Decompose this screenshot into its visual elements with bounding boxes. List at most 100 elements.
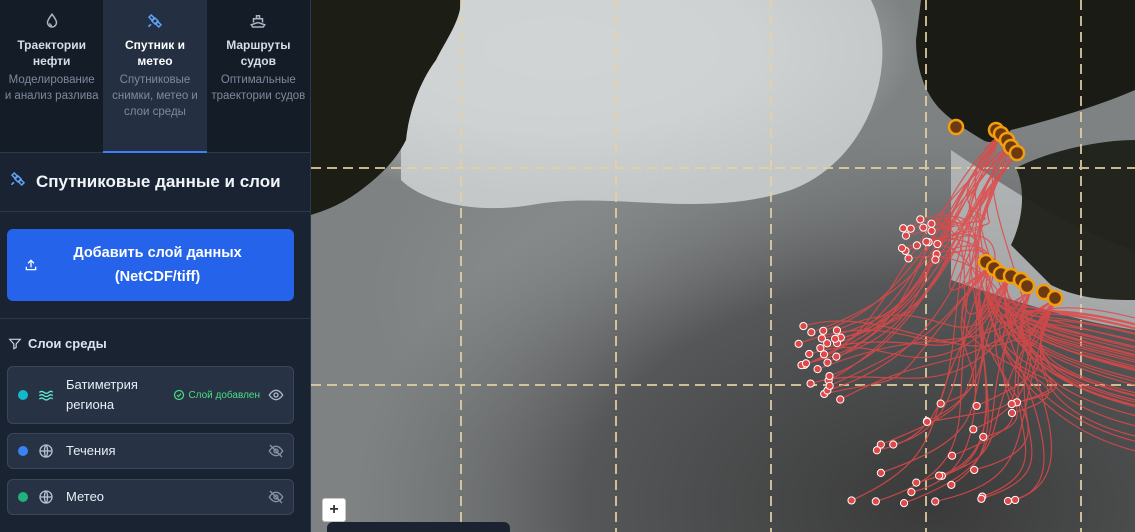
eye-off-icon[interactable] bbox=[268, 443, 284, 459]
trajectory-endpoint bbox=[801, 359, 811, 368]
tab-title: Спутник и метео bbox=[125, 38, 185, 68]
trajectory-endpoint bbox=[813, 365, 822, 374]
trajectory-endpoint bbox=[1011, 495, 1020, 505]
trajectory-endpoint bbox=[927, 219, 936, 228]
tab-subtitle: Моделирование и анализ разлива bbox=[4, 74, 99, 102]
sidebar: Траектории нефти Моделирование и анализ … bbox=[0, 0, 311, 532]
trajectory-endpoint bbox=[972, 401, 981, 411]
trajectory-endpoint bbox=[872, 446, 882, 455]
trajectory-endpoint bbox=[934, 471, 944, 480]
layer-status-badge: Слой добавлен bbox=[173, 389, 260, 401]
layer-color-dot bbox=[18, 446, 28, 456]
add-data-layer-label: Добавить слой данных (NetCDF/tiff) bbox=[73, 245, 242, 285]
trajectory-endpoint bbox=[947, 480, 956, 489]
trajectory-endpoint bbox=[919, 223, 928, 232]
trajectory-endpoint bbox=[922, 237, 931, 246]
trajectory-endpoint bbox=[899, 224, 908, 233]
env-layers-title: Слои среды bbox=[28, 336, 107, 351]
waves-icon bbox=[38, 390, 54, 401]
trajectory-endpoint bbox=[832, 326, 842, 335]
globe-icon bbox=[39, 444, 53, 458]
trajectory-endpoint bbox=[825, 381, 834, 390]
trajectory-endpoint bbox=[969, 425, 978, 434]
trajectory-endpoint bbox=[832, 352, 841, 361]
trajectory-endpoint bbox=[904, 254, 913, 263]
env-layers-header: Слои среды bbox=[8, 336, 107, 351]
trajectory-endpoint bbox=[871, 497, 880, 506]
trajectory-endpoint bbox=[906, 224, 915, 233]
globe-icon bbox=[39, 490, 53, 504]
trajectory-endpoint bbox=[931, 497, 940, 506]
trajectory-endpoint bbox=[889, 440, 898, 449]
trajectory-endpoint bbox=[825, 371, 834, 381]
upload-icon bbox=[25, 259, 37, 271]
trajectory-endpoint bbox=[907, 487, 916, 497]
trajectory-endpoint bbox=[912, 241, 921, 250]
trajectory-endpoint bbox=[979, 432, 988, 441]
mode-tabs: Траектории нефти Моделирование и анализ … bbox=[0, 0, 310, 153]
tab-subtitle: Оптимальные траектории судов bbox=[211, 74, 306, 102]
trajectory-endpoint bbox=[1007, 408, 1017, 418]
tab-title: Маршруты судов bbox=[226, 38, 291, 68]
trajectory-endpoint bbox=[922, 417, 932, 426]
zoom-in-button[interactable]: + bbox=[322, 498, 346, 522]
layer-color-dot bbox=[18, 492, 28, 502]
trajectory-endpoint bbox=[912, 478, 921, 487]
trajectory-endpoint bbox=[927, 226, 936, 236]
satellite-icon bbox=[103, 12, 206, 34]
trajectory-endpoint bbox=[805, 349, 814, 359]
layer-item-currents[interactable]: Течения bbox=[7, 433, 294, 469]
filter-icon bbox=[8, 338, 22, 350]
trajectory-endpoint bbox=[799, 321, 808, 331]
divider bbox=[0, 318, 310, 319]
tab-ship-routes[interactable]: Маршруты судов Оптимальные траектории су… bbox=[207, 0, 310, 152]
trajectory-endpoint bbox=[901, 231, 911, 240]
tab-subtitle: Спутниковые снимки, метео и слои среды bbox=[112, 74, 198, 118]
layer-item-meteo[interactable]: Метео bbox=[7, 479, 294, 515]
trajectory-endpoint bbox=[823, 339, 832, 348]
trajectory-endpoint bbox=[977, 494, 986, 503]
layer-color-dot bbox=[18, 390, 28, 400]
tab-title: Траектории нефти bbox=[17, 38, 87, 68]
tab-satellite-meteo[interactable]: Спутник и метео Спутниковые снимки, мете… bbox=[103, 0, 207, 153]
trajectory-endpoint bbox=[897, 243, 907, 253]
trajectory-endpoint bbox=[819, 350, 829, 359]
add-data-layer-button[interactable]: Добавить слой данных (NetCDF/tiff) bbox=[7, 229, 294, 301]
layer-status-text: Слой добавлен bbox=[188, 389, 260, 401]
layer-name: Батиметрия региона bbox=[66, 377, 138, 412]
section-title: Спутниковые данные и слои bbox=[36, 171, 281, 191]
droplet-icon bbox=[0, 12, 103, 34]
trajectory-endpoint bbox=[806, 379, 815, 388]
trajectory-endpoint bbox=[876, 468, 885, 477]
layer-name: Метео bbox=[66, 489, 105, 504]
trajectory-endpoint bbox=[970, 465, 979, 475]
trajectory-endpoint bbox=[931, 255, 940, 264]
eye-off-icon[interactable] bbox=[268, 489, 284, 505]
trajectory-endpoint bbox=[836, 395, 845, 404]
trajectory-endpoint bbox=[1007, 399, 1016, 409]
trajectory-endpoint bbox=[899, 498, 909, 508]
check-circle-icon bbox=[174, 389, 185, 401]
trajectory-endpoint bbox=[807, 328, 816, 337]
section-header: Спутниковые данные и слои bbox=[0, 152, 310, 212]
trajectory-endpoint bbox=[847, 496, 856, 505]
trajectory-endpoint bbox=[1003, 496, 1013, 506]
spill-source-marker bbox=[1018, 277, 1036, 295]
trajectory-endpoint bbox=[916, 215, 925, 224]
satellite-icon bbox=[9, 170, 36, 193]
trajectory-endpoint bbox=[823, 358, 832, 367]
trajectory-endpoint bbox=[933, 239, 942, 249]
layer-item-bathymetry[interactable]: Батиметрия региона Слой добавлен bbox=[7, 366, 294, 424]
trajectory-endpoint bbox=[947, 451, 957, 460]
trajectory-endpoint bbox=[831, 334, 840, 343]
map-canvas[interactable]: + bbox=[311, 0, 1135, 532]
tab-oil-trajectories[interactable]: Траектории нефти Моделирование и анализ … bbox=[0, 0, 103, 152]
trajectory-endpoint bbox=[936, 399, 945, 408]
layer-name: Течения bbox=[66, 443, 116, 458]
trajectory-endpoint bbox=[794, 339, 803, 348]
eye-icon[interactable] bbox=[268, 387, 284, 403]
trajectory-endpoint bbox=[819, 326, 828, 335]
ship-icon bbox=[207, 12, 310, 34]
spill-source-marker bbox=[1008, 144, 1026, 162]
spill-source-marker bbox=[947, 118, 965, 136]
